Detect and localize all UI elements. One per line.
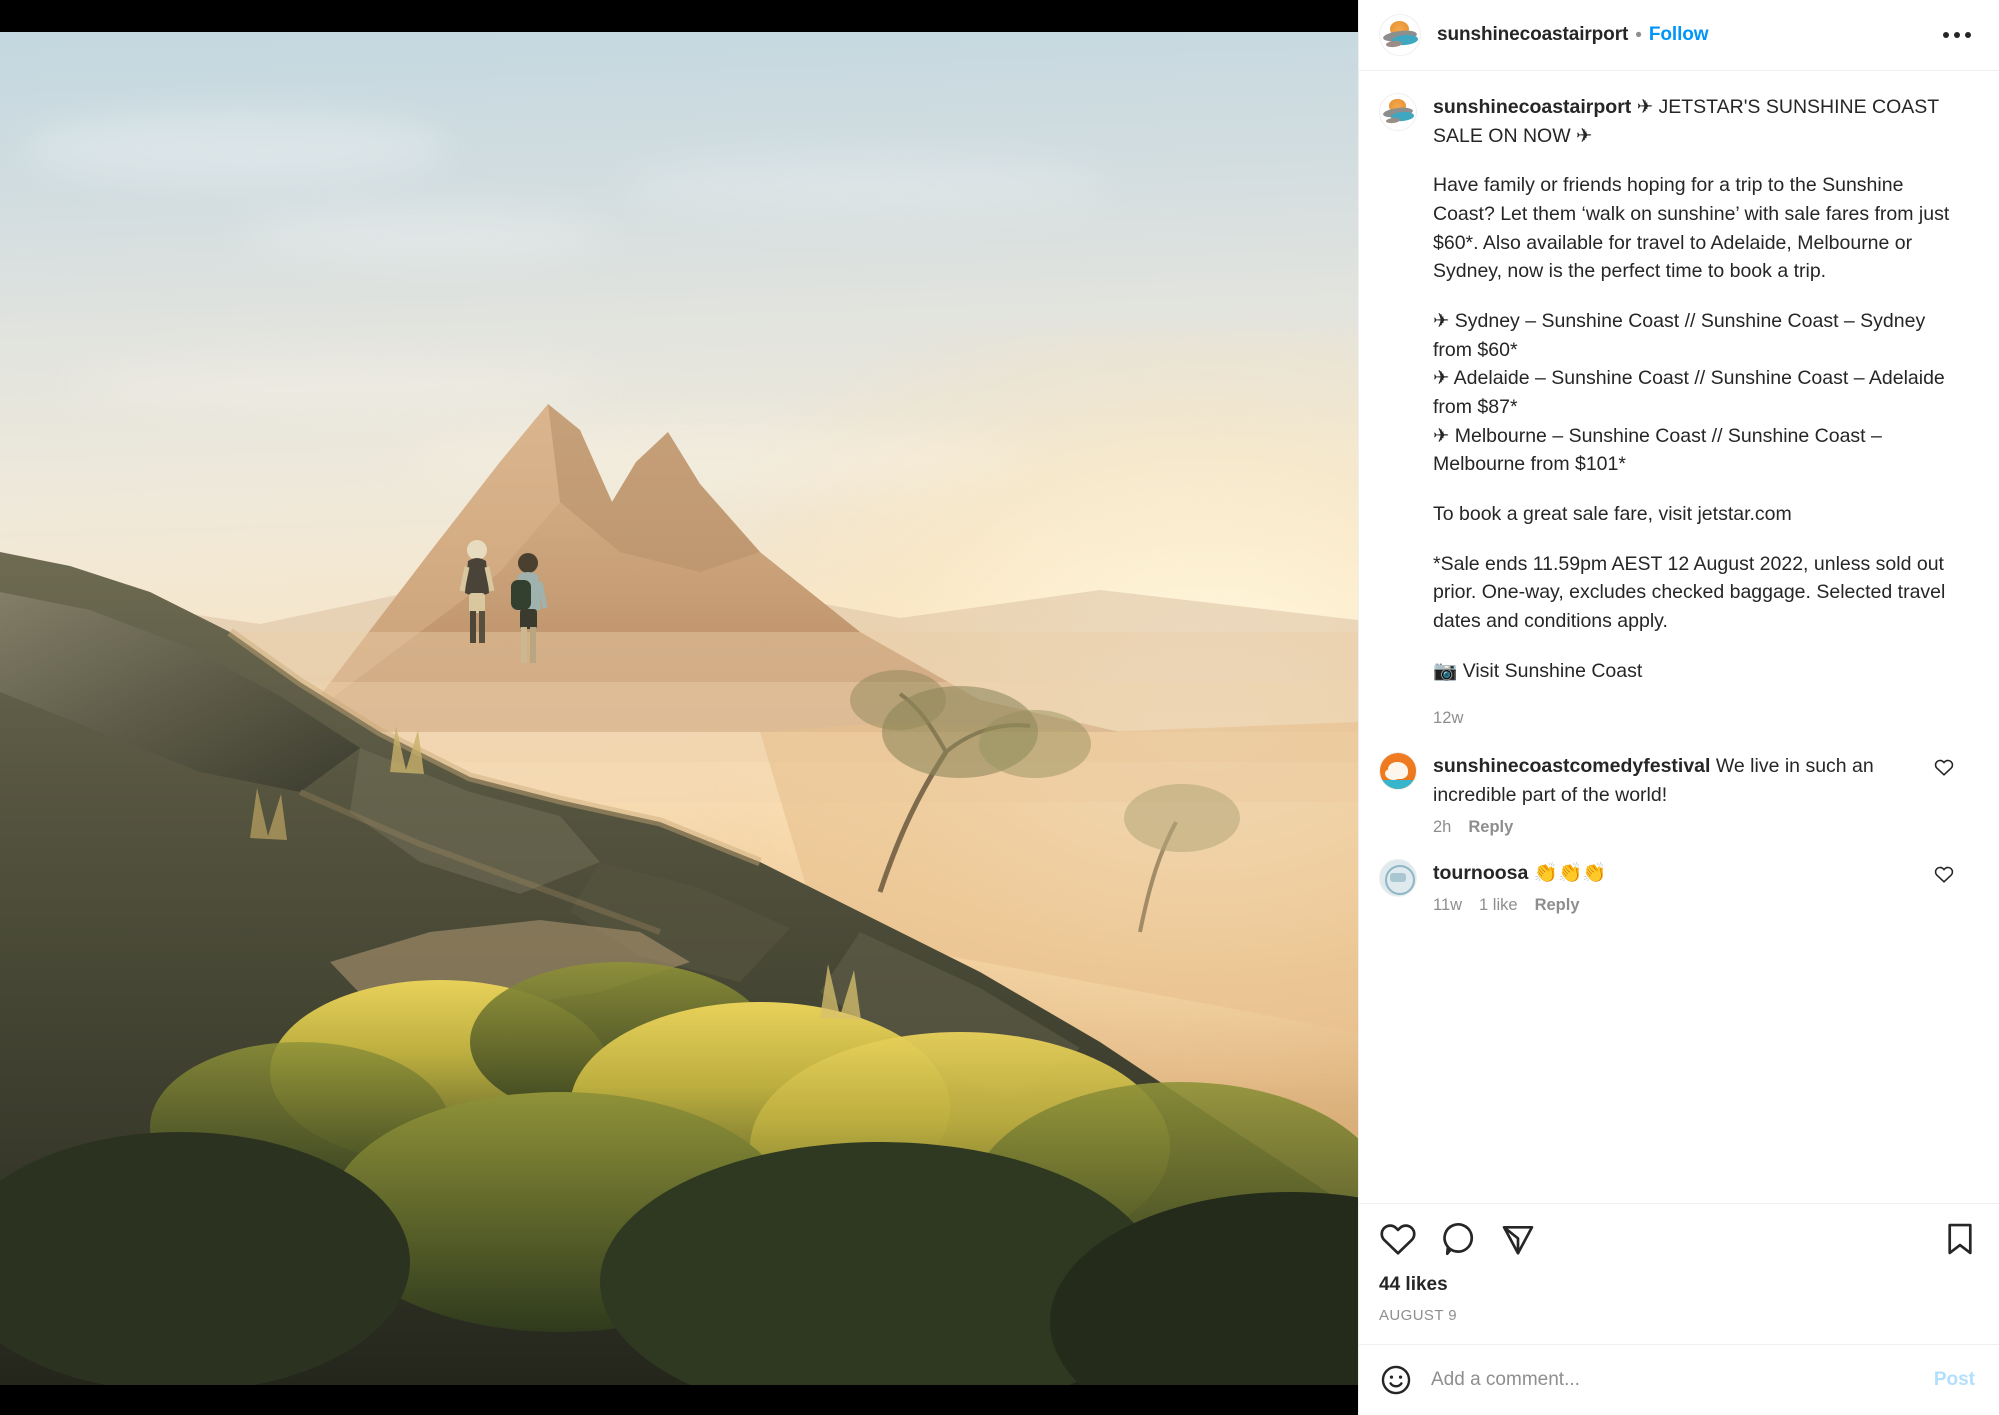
- caption-block: sunshinecoastairport ✈ JETSTAR'S SUNSHIN…: [1359, 71, 1999, 730]
- comment-reply-button[interactable]: Reply: [1468, 818, 1513, 837]
- smiley-face-icon[interactable]: [1379, 1363, 1413, 1397]
- caption-paragraph-booking: To book a great sale fare, visit jetstar…: [1433, 502, 1792, 525]
- post-actions-section: 44 likes AUGUST 9: [1359, 1203, 1999, 1344]
- caption-author-avatar[interactable]: [1379, 93, 1417, 131]
- hiker-figure-right: [511, 553, 548, 663]
- add-comment-input[interactable]: [1431, 1369, 1920, 1391]
- follow-button[interactable]: Follow: [1649, 24, 1709, 46]
- paper-plane-icon[interactable]: [1499, 1220, 1537, 1258]
- comment-like-count[interactable]: 1 like: [1479, 896, 1518, 915]
- comment-message: 👏👏👏: [1533, 861, 1607, 884]
- comment-timestamp: 11w: [1433, 896, 1463, 915]
- comment-body: sunshinecoastcomedyfestival We live in s…: [1433, 752, 1933, 837]
- comment-timestamp: 2h: [1433, 817, 1452, 836]
- heart-icon[interactable]: [1933, 756, 1955, 778]
- hiker-figure-left: [459, 540, 495, 643]
- caption-paragraph-fares: ✈ Sydney – Sunshine Coast // Sunshine Co…: [1433, 309, 1945, 476]
- instagram-post: sunshinecoastairport • Follow sunshineco…: [0, 0, 1999, 1415]
- post-comment-button[interactable]: Post: [1920, 1369, 1975, 1391]
- comment-text: tournoosa 👏👏👏: [1433, 859, 1933, 887]
- heart-icon[interactable]: [1379, 1220, 1417, 1258]
- caption-text: sunshinecoastairport ✈ JETSTAR'S SUNSHIN…: [1433, 93, 1963, 730]
- commenter-avatar[interactable]: [1379, 858, 1417, 897]
- comment-item: tournoosa 👏👏👏 11w 1 like Reply: [1359, 837, 1999, 915]
- post-date: AUGUST 9: [1379, 1307, 1457, 1324]
- post-header: sunshinecoastairport • Follow: [1359, 0, 1999, 71]
- wave-logo-secondary-icon: [1385, 117, 1401, 124]
- wave-logo-secondary-icon: [1386, 40, 1403, 48]
- bookmark-icon[interactable]: [1941, 1220, 1979, 1258]
- caption-username[interactable]: sunshinecoastairport: [1433, 96, 1631, 118]
- action-bar: [1379, 1204, 1979, 1266]
- author-avatar[interactable]: [1379, 14, 1421, 56]
- caption-paragraph-headline: sunshinecoastairport ✈ JETSTAR'S SUNSHIN…: [1433, 93, 1963, 150]
- letterbox-bottom: [0, 1385, 1358, 1415]
- heart-icon[interactable]: [1933, 863, 1955, 885]
- separator-dot: •: [1635, 24, 1642, 46]
- like-count[interactable]: 44 likes: [1379, 1266, 1979, 1296]
- commenter-username[interactable]: sunshinecoastcomedyfestival: [1433, 755, 1710, 777]
- author-username[interactable]: sunshinecoastairport: [1437, 24, 1628, 46]
- comment-meta: 11w 1 like Reply: [1433, 896, 1933, 915]
- post-body-scroll[interactable]: sunshinecoastairport ✈ JETSTAR'S SUNSHIN…: [1359, 71, 1999, 1203]
- speech-bubble-icon[interactable]: [1439, 1220, 1477, 1258]
- caption-paragraph-intro: Have family or friends hoping for a trip…: [1433, 174, 1955, 283]
- add-comment-bar: Post: [1359, 1344, 1999, 1415]
- commenter-username[interactable]: tournoosa: [1433, 862, 1528, 884]
- post-sidebar: sunshinecoastairport • Follow sunshineco…: [1358, 0, 1999, 1415]
- ellipsis-icon[interactable]: [1935, 24, 1979, 46]
- comment-item: sunshinecoastcomedyfestival We live in s…: [1359, 730, 1999, 837]
- comment-text: sunshinecoastcomedyfestival We live in s…: [1433, 752, 1933, 809]
- caption-paragraph-credit: 📷 Visit Sunshine Coast: [1433, 659, 1643, 682]
- post-photo[interactable]: [0, 32, 1358, 1385]
- commenter-avatar[interactable]: [1379, 752, 1417, 791]
- landscape-illustration: [0, 404, 1358, 1385]
- caption-paragraph-terms: *Sale ends 11.59pm AEST 12 August 2022, …: [1433, 552, 1951, 632]
- comment-meta: 2h Reply: [1433, 818, 1933, 837]
- letterbox-top: [0, 0, 1358, 32]
- comment-reply-button[interactable]: Reply: [1535, 896, 1580, 915]
- caption-timestamp: 12w: [1433, 709, 1464, 728]
- comment-body: tournoosa 👏👏👏 11w 1 like Reply: [1433, 859, 1933, 915]
- post-media-pane[interactable]: [0, 0, 1358, 1415]
